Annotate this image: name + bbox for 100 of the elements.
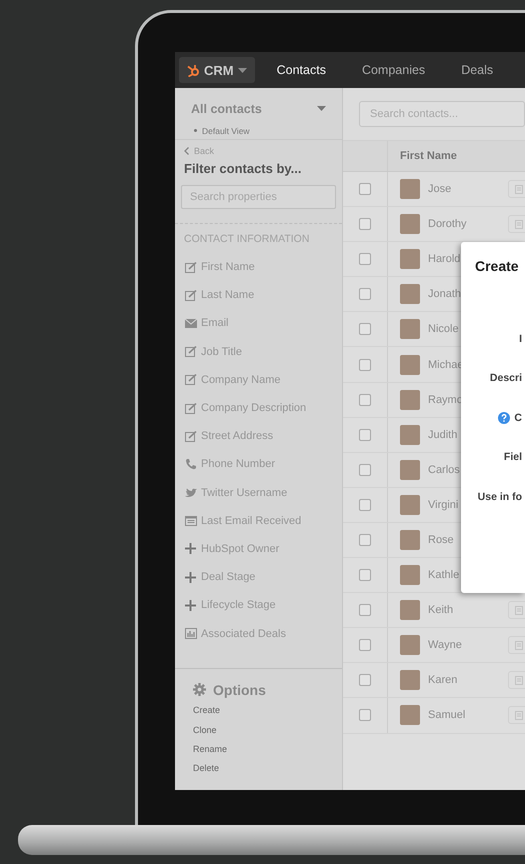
property-item[interactable]: Phone Number [175, 450, 342, 478]
property-item[interactable]: Email [175, 309, 342, 338]
property-item[interactable]: Street Address [175, 422, 342, 450]
chevron-left-icon [184, 147, 189, 155]
field-label: Fiel [504, 451, 522, 464]
property-item[interactable]: Last Email Received [175, 506, 342, 535]
envelope-icon [184, 318, 196, 328]
caret-icon [317, 106, 326, 111]
contact-name[interactable]: Nicole [428, 323, 459, 336]
document-icon [515, 606, 523, 615]
avatar-photo-placeholder [400, 565, 420, 586]
avatar-photo-placeholder [400, 179, 420, 200]
avatar-photo-placeholder [400, 600, 420, 620]
option-link[interactable]: Clone [193, 720, 217, 740]
row-checkbox[interactable] [359, 674, 371, 686]
row-checkbox[interactable] [359, 253, 371, 266]
options-heading: Options [213, 682, 266, 698]
field-label: Descri [490, 372, 522, 384]
contact-name[interactable]: Kathle [428, 569, 460, 582]
property-item[interactable]: HubSpot Owner [175, 534, 342, 564]
property-item[interactable]: Company Description [175, 394, 342, 422]
property-item[interactable]: Deal Stage [175, 563, 342, 592]
nav-tab[interactable]: Deals [443, 52, 512, 88]
avatar-photo-placeholder [400, 249, 420, 270]
plus-icon [185, 572, 196, 583]
document-icon [515, 184, 523, 194]
edit-icon [184, 430, 196, 442]
avatar-photo-placeholder [400, 284, 420, 304]
plus-icon [185, 600, 196, 611]
contact-name[interactable]: Michae [428, 358, 464, 371]
property-item[interactable]: Last Name [175, 281, 342, 310]
dialog-title: Create [475, 258, 520, 274]
row-checkbox[interactable] [359, 218, 371, 230]
crm-menu-button[interactable]: CRM [179, 57, 255, 83]
nav-tab[interactable]: Companies [344, 52, 444, 88]
option-link[interactable]: Rename [193, 739, 228, 759]
phone-icon [184, 458, 196, 470]
avatar-photo-placeholder [400, 530, 420, 550]
nav-tab[interactable]: Contacts [258, 52, 344, 88]
property-item[interactable]: Twitter Username [175, 478, 342, 507]
note-button[interactable] [508, 636, 525, 654]
row-checkbox[interactable] [359, 183, 371, 196]
plus-icon [185, 543, 196, 554]
row-checkbox[interactable] [359, 569, 371, 582]
note-button[interactable] [508, 671, 525, 690]
avatar-photo-placeholder [400, 390, 420, 410]
view-title: All contacts [191, 102, 263, 116]
note-button[interactable] [508, 215, 525, 234]
contact-name[interactable]: Harold [428, 253, 460, 266]
avatar-photo-placeholder [400, 705, 420, 726]
contact-name[interactable]: Wayne [428, 639, 462, 652]
view-subtitle: Default View [202, 126, 250, 136]
back-link[interactable]: Back [184, 146, 214, 156]
row-checkbox[interactable] [359, 534, 371, 546]
field-label: C [514, 412, 522, 424]
property-item[interactable]: First Name [175, 253, 342, 282]
property-item[interactable]: Associated Deals [175, 619, 342, 648]
document-icon [515, 710, 523, 720]
contact-name[interactable]: Rose [428, 534, 454, 546]
row-checkbox[interactable] [359, 498, 371, 511]
contact-name[interactable]: Jonath [428, 288, 462, 300]
row-checkbox[interactable] [359, 394, 371, 406]
row-checkbox[interactable] [359, 639, 371, 652]
avatar-photo-placeholder [400, 494, 420, 515]
row-checkbox[interactable] [359, 428, 371, 441]
property-item[interactable]: Company Name [175, 366, 342, 394]
edit-icon [184, 290, 196, 301]
row-checkbox[interactable] [359, 358, 371, 371]
view-selector[interactable]: All contacts Default View [175, 88, 342, 140]
property-item[interactable]: Job Title [175, 338, 342, 366]
edit-icon [184, 374, 196, 386]
row-checkbox[interactable] [359, 709, 371, 722]
contact-name[interactable]: Judith [428, 428, 458, 441]
property-item[interactable]: Lifecycle Stage [175, 591, 342, 620]
option-link[interactable]: Delete [193, 758, 220, 778]
note-button[interactable] [508, 706, 525, 724]
document-icon [515, 640, 523, 650]
edit-icon [184, 346, 196, 358]
row-checkbox[interactable] [359, 323, 371, 336]
field-label: I [519, 332, 522, 345]
edit-icon [184, 402, 196, 414]
caret-icon [238, 68, 247, 72]
note-button[interactable] [508, 180, 525, 198]
contact-name[interactable]: Jose [428, 183, 452, 196]
contact-name[interactable]: Keith [428, 604, 454, 616]
note-button[interactable] [508, 601, 525, 620]
bird-icon [184, 488, 196, 498]
row-checkbox[interactable] [359, 464, 371, 476]
contact-name[interactable]: Dorothy [428, 218, 467, 230]
bullet-icon [194, 129, 197, 132]
avatar-photo-placeholder [400, 319, 420, 340]
contact-name[interactable]: Virgini [428, 498, 458, 511]
contact-name[interactable]: Karen [428, 674, 458, 686]
gear-icon [193, 683, 206, 696]
contact-name[interactable]: Carlos [428, 464, 460, 476]
row-checkbox[interactable] [359, 604, 371, 616]
option-link[interactable]: Create [193, 700, 220, 720]
row-checkbox[interactable] [359, 288, 371, 300]
contact-name[interactable]: Samuel [428, 709, 466, 722]
document-icon [515, 676, 523, 685]
